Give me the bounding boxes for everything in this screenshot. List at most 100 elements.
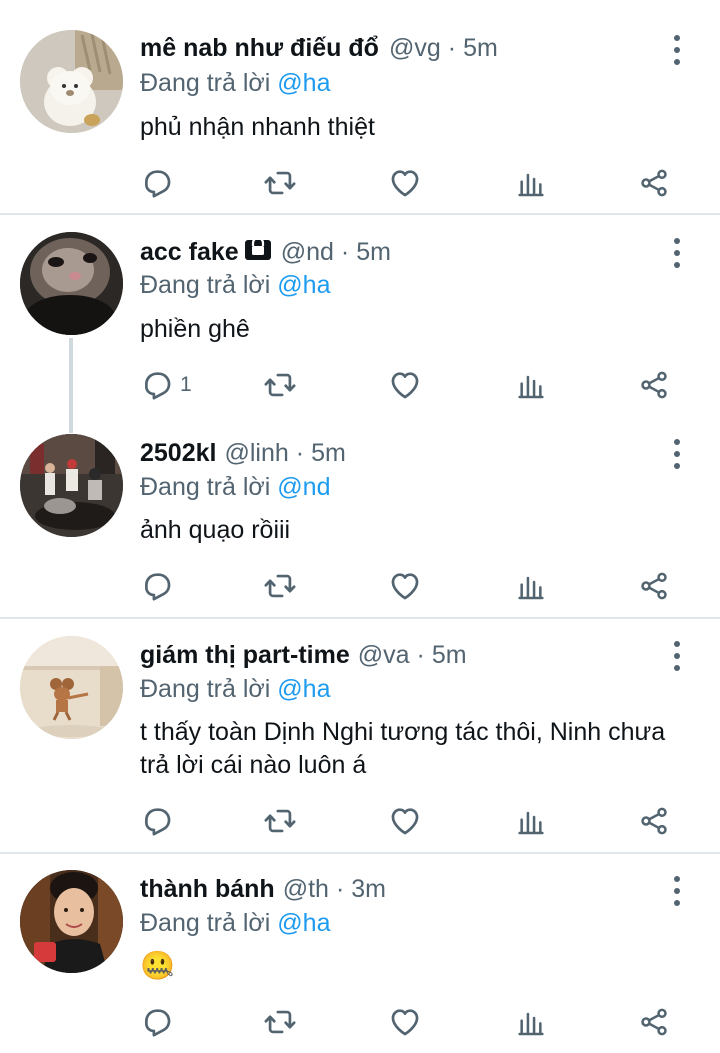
- reply-button[interactable]: [140, 801, 180, 841]
- like-button[interactable]: [388, 566, 422, 606]
- retweet-button[interactable]: [262, 163, 298, 203]
- tweet-text: t thấy toàn Dịnh Nghi tương tác thôi, Ni…: [140, 718, 666, 779]
- tweet-text: 🤐: [140, 950, 175, 981]
- like-button[interactable]: [388, 163, 422, 203]
- like-icon: [388, 569, 422, 603]
- like-button[interactable]: [388, 365, 422, 405]
- stats-button[interactable]: [515, 1002, 547, 1042]
- mention-link[interactable]: @nd: [277, 473, 330, 501]
- man-selfie-avatar-image: [20, 870, 123, 973]
- share-button[interactable]: [638, 1002, 670, 1042]
- reply-button[interactable]: 1: [140, 365, 192, 405]
- timestamp[interactable]: 5m: [311, 437, 346, 469]
- share-icon: [638, 369, 670, 401]
- retweet-button[interactable]: [262, 365, 298, 405]
- retweet-button[interactable]: [262, 801, 298, 841]
- replying-to: Đang trả lời @ha: [140, 269, 330, 301]
- reply-count: 1: [180, 373, 192, 396]
- share-button[interactable]: [638, 801, 670, 841]
- like-icon: [388, 1005, 422, 1039]
- user-handle[interactable]: @linh: [224, 437, 288, 469]
- reply-button[interactable]: [140, 1002, 180, 1042]
- display-name[interactable]: mê nab như điếu đổ: [140, 32, 379, 64]
- action-bar: [0, 1002, 720, 1042]
- share-button[interactable]: [638, 163, 670, 203]
- mention-link[interactable]: @ha: [277, 69, 330, 97]
- display-name[interactable]: acc fake: [140, 236, 239, 268]
- more-icon[interactable]: [668, 641, 688, 671]
- stats-icon: [515, 805, 547, 837]
- reply-button[interactable]: [140, 566, 180, 606]
- teddy-bear-avatar-image: [20, 30, 123, 133]
- tweet-header: mê nab như điếu đổ @vg · 5m: [140, 32, 650, 64]
- tweet-1[interactable]: mê nab như điếu đổ @vg · 5m Đang trả lời…: [0, 0, 720, 214]
- blurry-cat-avatar-image: [20, 232, 123, 335]
- tweet-4[interactable]: giám thị part-time @va · 5m Đang trả lời…: [0, 619, 720, 852]
- share-icon: [638, 805, 670, 837]
- reply-icon: [140, 804, 174, 838]
- display-name[interactable]: 2502kl: [140, 437, 216, 469]
- avatar[interactable]: [20, 870, 123, 973]
- action-bar: [0, 566, 720, 606]
- tweet-2[interactable]: acc fake @nd · 5m Đang trả lời @ha phiền…: [0, 215, 720, 415]
- share-icon: [638, 570, 670, 602]
- avatar[interactable]: [20, 30, 123, 133]
- reply-prefix: Đang trả lời: [140, 675, 271, 703]
- stats-icon: [515, 167, 547, 199]
- display-name[interactable]: thành bánh: [140, 873, 275, 905]
- replying-to: Đang trả lời @ha: [140, 67, 330, 99]
- user-handle[interactable]: @vg: [389, 32, 441, 64]
- timestamp[interactable]: 3m: [351, 873, 386, 905]
- stats-button[interactable]: [515, 163, 547, 203]
- stats-button[interactable]: [515, 801, 547, 841]
- replying-to: Đang trả lời @ha: [140, 907, 330, 939]
- avatar[interactable]: [20, 434, 123, 537]
- tweet-header: thành bánh @th · 3m: [140, 873, 650, 905]
- tweet-text: phiền ghê: [140, 315, 250, 343]
- stats-icon: [515, 1006, 547, 1038]
- display-name[interactable]: giám thị part-time: [140, 639, 350, 671]
- retweet-button[interactable]: [262, 566, 298, 606]
- separator: ·: [447, 34, 457, 62]
- replying-to: Đang trả lời @nd: [140, 471, 330, 503]
- like-button[interactable]: [388, 801, 422, 841]
- stats-button[interactable]: [515, 566, 547, 606]
- more-icon[interactable]: [668, 238, 688, 268]
- user-handle[interactable]: @nd: [281, 236, 334, 268]
- tweet-3[interactable]: 2502kl @linh · 5m Đang trả lời @nd ảnh q…: [0, 415, 720, 617]
- user-handle[interactable]: @th: [283, 873, 329, 905]
- retweet-button[interactable]: [262, 1002, 298, 1042]
- more-icon[interactable]: [668, 439, 688, 469]
- avatar[interactable]: [20, 232, 123, 335]
- cartoon-mouse-avatar-image: [20, 636, 123, 739]
- mention-link[interactable]: @ha: [277, 675, 330, 703]
- like-icon: [388, 368, 422, 402]
- like-button[interactable]: [388, 1002, 422, 1042]
- reply-prefix: Đang trả lời: [140, 909, 271, 937]
- stats-button[interactable]: [515, 365, 547, 405]
- share-button[interactable]: [638, 365, 670, 405]
- street-photo-avatar-image: [20, 434, 123, 537]
- timestamp[interactable]: 5m: [356, 236, 391, 268]
- timestamp[interactable]: 5m: [432, 639, 467, 671]
- reply-icon: [140, 569, 174, 603]
- retweet-icon: [262, 1005, 298, 1039]
- reply-prefix: Đang trả lời: [140, 473, 271, 501]
- timestamp[interactable]: 5m: [463, 32, 498, 64]
- reply-icon: [140, 166, 174, 200]
- tweet-header: acc fake @nd · 5m: [140, 236, 650, 268]
- user-handle[interactable]: @va: [358, 639, 410, 671]
- reply-prefix: Đang trả lời: [140, 271, 271, 299]
- retweet-icon: [262, 166, 298, 200]
- mention-link[interactable]: @ha: [277, 271, 330, 299]
- reply-button[interactable]: [140, 163, 180, 203]
- more-icon[interactable]: [668, 35, 688, 65]
- avatar[interactable]: [20, 636, 123, 739]
- mention-link[interactable]: @ha: [277, 909, 330, 937]
- tweet-5[interactable]: thành bánh @th · 3m Đang trả lời @ha 🤐: [0, 854, 720, 1053]
- more-icon[interactable]: [668, 876, 688, 906]
- tweet-header: giám thị part-time @va · 5m: [140, 639, 650, 671]
- share-button[interactable]: [638, 566, 670, 606]
- tweet-header: 2502kl @linh · 5m: [140, 437, 650, 469]
- separator: ·: [295, 439, 305, 467]
